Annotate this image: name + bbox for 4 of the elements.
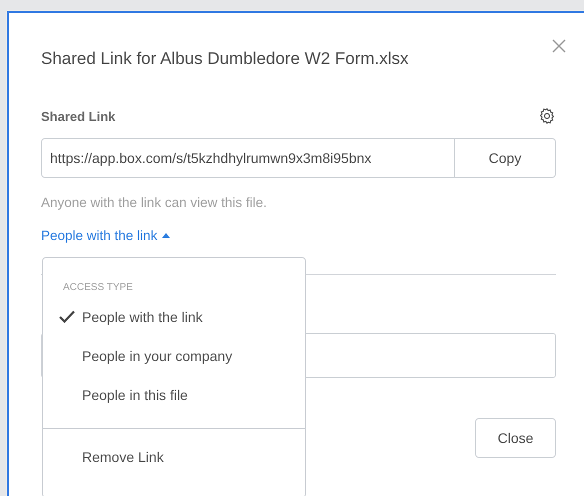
- dialog-title: Shared Link for Albus Dumbledore W2 Form.xlsx: [41, 49, 409, 69]
- menu-heading: ACCESS TYPE: [62, 281, 134, 295]
- access-note: Anyone with the link can view this file.: [41, 194, 268, 212]
- field-label: Shared Link: [41, 108, 116, 124]
